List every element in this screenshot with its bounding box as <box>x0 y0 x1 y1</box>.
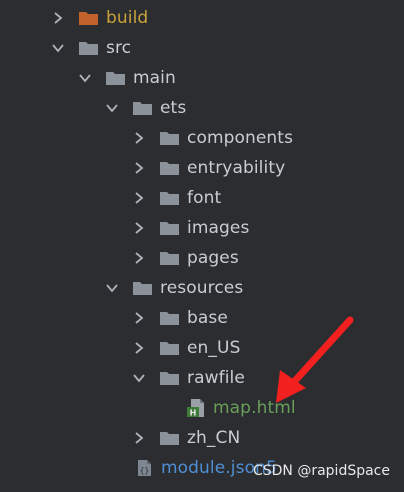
tree-item-label: font <box>187 188 222 208</box>
chevron-down-icon[interactable] <box>104 100 120 116</box>
tree-item-label: ets <box>160 98 187 118</box>
folder-icon <box>132 280 153 296</box>
chevron-down-icon[interactable] <box>131 370 147 386</box>
json-file-icon: {} <box>136 459 152 477</box>
tree-item-src[interactable]: src <box>0 33 404 63</box>
folder-icon <box>132 100 153 116</box>
folder-icon <box>159 220 180 236</box>
svg-text:{}: {} <box>140 466 150 475</box>
tree-item-build[interactable]: build <box>0 3 404 33</box>
folder-icon <box>159 370 180 386</box>
folder-icon <box>159 160 180 176</box>
tree-item-label: src <box>106 38 132 58</box>
folder-icon <box>159 430 180 446</box>
chevron-right-icon[interactable] <box>131 430 147 446</box>
tree-item-label: zh_CN <box>187 428 241 448</box>
chevron-right-icon[interactable] <box>131 310 147 326</box>
tree-item-base[interactable]: base <box>0 303 404 333</box>
html-file-icon: H <box>186 398 206 418</box>
tree-item-zh-cn[interactable]: zh_CN <box>0 423 404 453</box>
tree-item-label: components <box>187 128 294 148</box>
tree-item-label: base <box>187 308 228 328</box>
tree-item-resources[interactable]: resources <box>0 273 404 303</box>
chevron-right-icon[interactable] <box>131 160 147 176</box>
folder-icon <box>159 190 180 206</box>
folder-icon <box>105 70 126 86</box>
folder-icon <box>159 130 180 146</box>
chevron-down-icon[interactable] <box>104 280 120 296</box>
tree-item-label: map.html <box>213 398 296 418</box>
tree-item-label: pages <box>187 248 239 268</box>
tree-item-pages[interactable]: pages <box>0 243 404 273</box>
folder-icon <box>159 310 180 326</box>
folder-icon <box>78 40 99 56</box>
tree-item-entryability[interactable]: entryability <box>0 153 404 183</box>
tree-item-label: rawfile <box>187 368 245 388</box>
tree-item-label: entryability <box>187 158 286 178</box>
tree-item-rawfile[interactable]: rawfile <box>0 363 404 393</box>
tree-item-label: main <box>133 68 176 88</box>
chevron-right-icon[interactable] <box>50 10 66 26</box>
svg-text:H: H <box>190 409 197 418</box>
tree-item-main[interactable]: main <box>0 63 404 93</box>
chevron-right-icon[interactable] <box>131 250 147 266</box>
chevron-down-icon[interactable] <box>50 40 66 56</box>
tree-item-label: build <box>106 8 149 28</box>
tree-item-font[interactable]: font <box>0 183 404 213</box>
tree-item-ets[interactable]: ets <box>0 93 404 123</box>
chevron-right-icon[interactable] <box>131 190 147 206</box>
tree-item-en-us[interactable]: en_US <box>0 333 404 363</box>
tree-item-label: images <box>187 218 250 238</box>
tree-item-label: resources <box>160 278 244 298</box>
folder-icon <box>159 250 180 266</box>
chevron-right-icon[interactable] <box>131 340 147 356</box>
tree-item-label: en_US <box>187 338 241 358</box>
chevron-down-icon[interactable] <box>77 70 93 86</box>
folder-icon <box>78 10 99 26</box>
project-tree: build src main ets components entryabili… <box>0 0 404 492</box>
tree-item-components[interactable]: components <box>0 123 404 153</box>
chevron-right-icon[interactable] <box>131 130 147 146</box>
tree-item-images[interactable]: images <box>0 213 404 243</box>
chevron-right-icon[interactable] <box>131 220 147 236</box>
tree-item-map-html[interactable]: H map.html <box>0 393 404 423</box>
watermark: CSDN @rapidSpace <box>252 463 390 479</box>
folder-icon <box>159 340 180 356</box>
